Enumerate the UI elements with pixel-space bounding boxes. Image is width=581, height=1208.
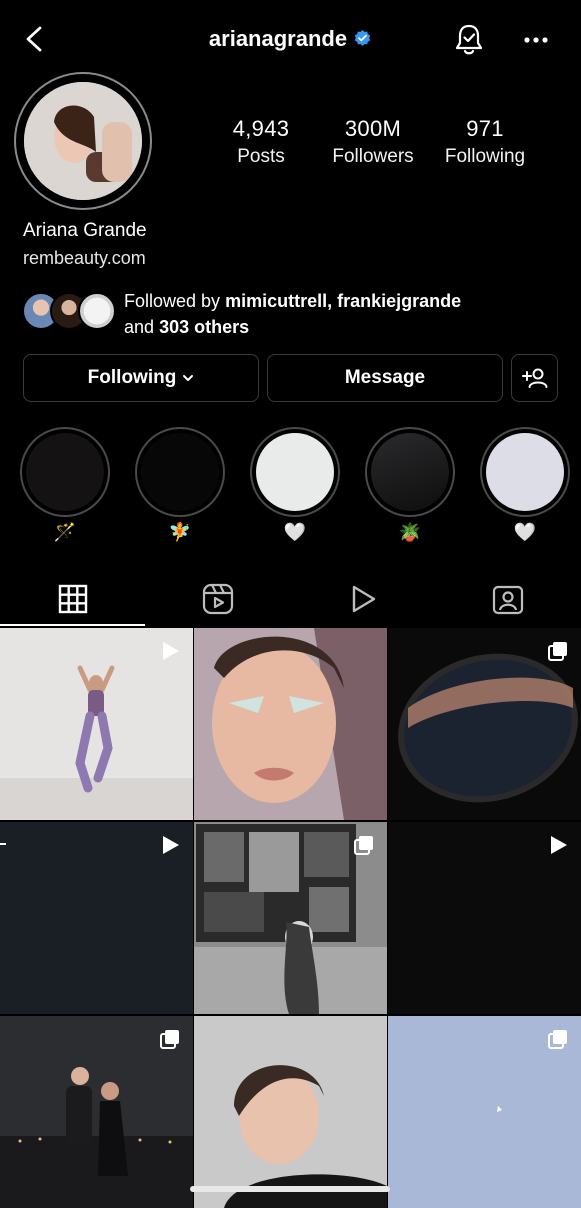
following-button[interactable]: Following [23,354,259,402]
highlight-cover [256,433,334,511]
grid-post[interactable] [388,1016,581,1208]
chevron-down-icon [183,375,194,381]
notification-bell-icon[interactable] [452,22,486,58]
tab-reels[interactable] [145,573,290,625]
grid-post[interactable] [194,628,387,820]
following-button-label: Following [87,367,177,388]
followed-by-text[interactable]: Followed by mimicuttrell, frankiejgrande… [124,288,461,340]
add-person-icon [521,368,547,388]
followed-by-others: 303 others [159,317,250,337]
carousel-icon [548,1030,567,1049]
grid-post[interactable] [388,628,581,820]
story-highlight[interactable] [135,427,225,517]
post-thumbnail [194,1016,387,1208]
followers-count: 300M [344,116,402,141]
followers-stat[interactable]: 300M Followers [313,116,433,168]
verified-badge-icon [354,29,371,46]
posts-stat[interactable]: 4,943 Posts [201,116,321,168]
grid-post[interactable] [388,822,581,1014]
tab-grid[interactable] [0,573,145,625]
highlight-label: 🪄 [53,522,77,542]
message-button-label: Message [344,367,426,388]
reel-play-icon [163,642,179,660]
reels-icon [202,583,233,615]
video-icon [352,585,375,613]
follower-avatar [78,292,116,330]
carousel-icon [548,642,567,661]
active-tab-indicator [0,624,145,626]
profile-username: arianagrande [0,26,581,52]
highlight-label: 🤍 [283,522,307,542]
story-highlight[interactable] [250,427,340,517]
following-label: Following [444,146,526,167]
highlight-label: 🤍 [513,522,537,542]
message-button[interactable]: Message [267,354,503,402]
tab-tagged[interactable] [435,573,580,625]
followed-by-prefix: Followed by [124,291,221,311]
followed-by-names: mimicuttrell, frankiejgrande [225,291,462,311]
following-count: 971 [466,116,504,141]
story-highlight[interactable] [365,427,455,517]
posts-label: Posts [237,146,285,167]
highlight-label: 🧚 [168,522,192,542]
followers-label: Followers [332,146,414,167]
profile-tabs [0,573,581,627]
highlight-cover [371,433,449,511]
tagged-icon [492,585,523,615]
avatar-portrait-image [24,82,142,200]
more-options-icon[interactable] [520,28,552,52]
story-highlight[interactable] [480,427,570,517]
highlight-label: 🪴 [398,522,422,542]
grid-post[interactable] [0,1016,193,1208]
suggest-people-button[interactable] [511,354,558,402]
carousel-icon [354,836,373,855]
reel-play-icon [163,836,179,854]
grid-post[interactable] [0,628,193,820]
posts-count: 4,943 [232,116,290,141]
tab-videos[interactable] [290,573,435,625]
carousel-icon [160,1030,179,1049]
following-stat[interactable]: 971 Following [425,116,545,168]
profile-avatar[interactable] [24,82,142,200]
grid-post[interactable] [0,822,193,1014]
username-text: arianagrande [208,26,348,51]
followed-by-and: and [124,317,155,337]
profile-full-name: Ariana Grande [23,220,147,241]
grid-post[interactable] [194,1016,387,1208]
highlight-cover [141,433,219,511]
grid-post[interactable] [194,822,387,1014]
post-thumbnail [194,628,387,820]
story-highlight[interactable] [20,427,110,517]
reel-play-icon [551,836,567,854]
grid-icon [58,584,87,614]
followed-by-avatars[interactable] [22,292,116,332]
home-indicator[interactable] [190,1186,390,1192]
highlight-cover [26,433,104,511]
highlight-cover [486,433,564,511]
profile-website-link[interactable]: rembeauty.com [23,248,146,269]
